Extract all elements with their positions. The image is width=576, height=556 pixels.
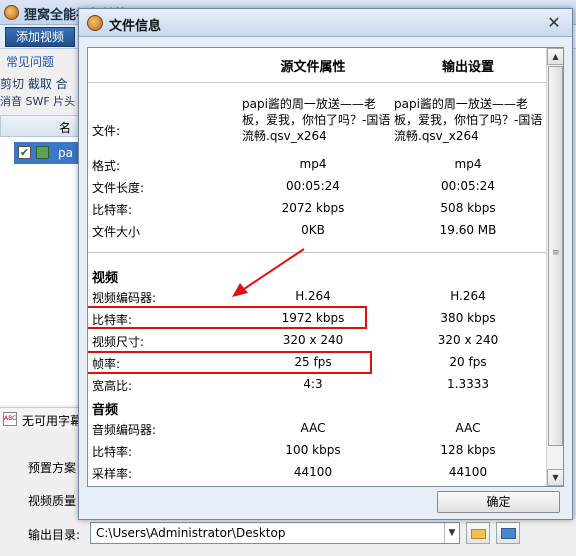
subtitle-abc-icon: ABC xyxy=(3,412,17,426)
edit-tools-row[interactable]: 剪切 截取 合 xyxy=(0,75,68,92)
vertical-scrollbar[interactable]: ▲ ≡ ▼ xyxy=(546,48,563,486)
edit-tools-row-2[interactable]: 消音 SWF 片头 xyxy=(0,93,75,109)
output-settings-header: 输出设置 xyxy=(441,60,494,75)
source-audio-bitrate-value: 100 kbps xyxy=(285,443,341,457)
output-dir-input[interactable]: C:\Users\Administrator\Desktop xyxy=(90,522,460,544)
output-video-bitrate-value: 380 kbps xyxy=(440,311,496,325)
app-logo-icon xyxy=(87,15,103,31)
source-video-size-value: 320 x 240 xyxy=(282,333,344,347)
app-logo-icon xyxy=(4,5,19,20)
add-video-button[interactable]: 添加视频 xyxy=(5,27,75,47)
output-video-codec-value: H.264 xyxy=(450,289,486,303)
header-divider xyxy=(88,82,546,83)
output-sample-rate-value: 44100 xyxy=(448,465,488,479)
folder-open-icon xyxy=(471,529,486,539)
file-info-dialog: 文件信息 ✕ 源文件属性 输出设置 文件: papi酱的周一放送——老板，爱我，… xyxy=(78,8,573,520)
video-file-icon xyxy=(36,146,49,159)
output-audio-codec-value: AAC xyxy=(455,421,481,435)
scroll-up-icon[interactable]: ▲ xyxy=(547,48,563,65)
output-bitrate-value: 508 kbps xyxy=(440,201,496,215)
file-list-name-column: 名 xyxy=(59,121,72,135)
ok-button[interactable]: 确定 xyxy=(437,491,560,513)
annotation-arrow-icon xyxy=(232,248,305,297)
duration-label: 文件长度: xyxy=(92,181,145,195)
faq-link[interactable]: 常见问题 xyxy=(6,53,54,70)
sample-rate-label: 采样率: xyxy=(92,467,133,481)
source-audio-codec-value: AAC xyxy=(300,421,326,435)
audio-codec-label: 音频编码器: xyxy=(92,423,157,437)
file-list-header[interactable]: 名 xyxy=(0,115,80,137)
preset-label: 预置方案 xyxy=(28,461,77,475)
video-codec-label: 视频编码器: xyxy=(92,291,157,305)
output-format-value: mp4 xyxy=(454,157,482,171)
dialog-title-bar[interactable]: 文件信息 ✕ xyxy=(79,9,572,37)
output-frame-rate-value: 20 fps xyxy=(449,355,487,369)
video-size-label: 视频尺寸: xyxy=(92,335,145,349)
grip-icon: ≡ xyxy=(552,248,560,258)
source-duration-value: 00:05:24 xyxy=(286,179,340,193)
audio-bitrate-label: 比特率: xyxy=(92,445,133,459)
output-file-size-value: 19.60 MB xyxy=(439,223,497,237)
source-bitrate-value: 2072 kbps xyxy=(281,201,345,215)
subtitle-selector-text: 无可用字幕 xyxy=(22,414,83,428)
open-folder-button[interactable] xyxy=(466,522,490,544)
dialog-title: 文件信息 xyxy=(109,19,162,34)
source-properties-header: 源文件属性 xyxy=(280,60,346,75)
file-list-row[interactable]: ✔ pa xyxy=(14,142,80,164)
scroll-down-icon[interactable]: ▼ xyxy=(547,469,563,486)
file-list-pane xyxy=(0,137,80,405)
output-audio-bitrate-value: 128 kbps xyxy=(440,443,496,457)
output-aspect-ratio-value: 1.3333 xyxy=(447,377,489,391)
video-quality-label: 视频质量 xyxy=(28,494,77,508)
file-info-panel: 源文件属性 输出设置 文件: papi酱的周一放送——老板，爱我，你怕了吗？-国… xyxy=(87,47,564,487)
browse-folder-button[interactable] xyxy=(496,522,520,544)
source-file-name: papi酱的周一放送——老板，爱我，你怕了吗？-国语流畅.qsv_x264 xyxy=(242,97,391,143)
file-size-label: 文件大小 xyxy=(92,225,141,239)
output-duration-value: 00:05:24 xyxy=(441,179,495,193)
output-video-size-value: 320 x 240 xyxy=(437,333,499,347)
aspect-ratio-label: 宽高比: xyxy=(92,379,133,393)
file-list-row-text: pa xyxy=(58,146,73,160)
row-checkbox[interactable]: ✔ xyxy=(18,146,31,159)
file-label: 文件: xyxy=(92,124,121,138)
bitrate-highlight-box xyxy=(88,306,367,329)
bitrate-label: 比特率: xyxy=(92,203,133,217)
video-section-title: 视频 xyxy=(92,271,119,286)
source-format-value: mp4 xyxy=(299,157,327,171)
scrollbar-thumb[interactable]: ≡ xyxy=(548,66,563,446)
source-sample-rate-value: 44100 xyxy=(293,465,333,479)
close-icon[interactable]: ✕ xyxy=(544,13,564,33)
output-file-name: papi酱的周一放送——老板，爱我，你怕了吗？-国语流畅.qsv_x264 xyxy=(394,97,543,143)
frame-rate-highlight-box xyxy=(88,351,372,374)
source-aspect-ratio-value: 4:3 xyxy=(303,377,323,391)
source-file-size-value: 0KB xyxy=(301,223,325,237)
chevron-down-icon[interactable]: ▼ xyxy=(444,523,459,543)
audio-section-title: 音频 xyxy=(92,403,119,418)
format-label: 格式: xyxy=(92,159,121,173)
folder-icon xyxy=(501,528,516,539)
subtitle-selector[interactable]: ABC 无可用字幕 xyxy=(0,407,83,429)
output-dir-label: 输出目录: xyxy=(28,528,81,542)
